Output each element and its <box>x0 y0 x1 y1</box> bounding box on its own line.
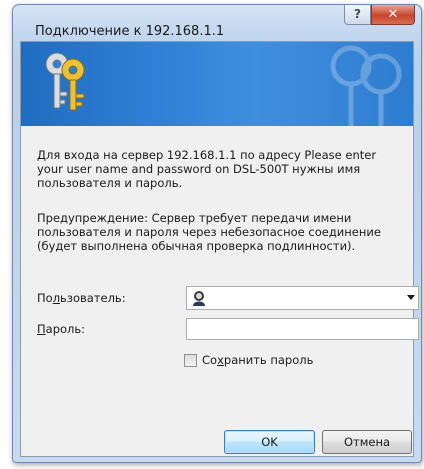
remember-password-checkbox[interactable] <box>184 354 197 367</box>
security-warning: Предупреждение: Сервер требует передачи … <box>37 211 407 253</box>
user-icon <box>193 291 205 306</box>
remember-password-label[interactable]: Сохранить пароль <box>202 353 313 367</box>
warning-line: Предупреждение: Сервер требует передачи … <box>37 211 352 225</box>
close-button[interactable]: ✕ <box>371 5 415 25</box>
dialog-title: Подключение к 192.168.1.1 <box>35 24 225 39</box>
banner <box>21 42 413 126</box>
help-button[interactable]: ? <box>344 5 371 25</box>
message-line: your user name and password on DSL-500T … <box>37 162 361 176</box>
dialog-body: Для входа на сервер 192.168.1.1 по адрес… <box>20 41 419 457</box>
message-line: Для входа на сервер 192.168.1.1 по адрес… <box>37 148 377 162</box>
cancel-button[interactable]: Отмена <box>322 430 412 454</box>
ok-button[interactable]: OK <box>224 430 315 454</box>
title-bar[interactable]: Подключение к 192.168.1.1 ? ✕ <box>13 5 421 41</box>
chevron-down-icon[interactable] <box>407 295 415 300</box>
server-message: Для входа на сервер 192.168.1.1 по адрес… <box>37 148 407 190</box>
username-label: Пользователь: <box>37 291 126 305</box>
password-field[interactable] <box>186 318 419 340</box>
keys-icon <box>45 52 85 111</box>
username-combobox[interactable] <box>186 286 419 310</box>
warning-line: (будет выполнена обычная проверка подлин… <box>37 239 356 253</box>
password-label: Пароль: <box>37 322 86 336</box>
keys-watermark-icon <box>330 45 402 126</box>
message-line: пользователя и пароль. <box>37 176 183 190</box>
warning-line: пользователя и пароля через небезопасное… <box>37 225 381 239</box>
login-dialog: Подключение к 192.168.1.1 ? ✕ Для входа … <box>12 4 422 463</box>
